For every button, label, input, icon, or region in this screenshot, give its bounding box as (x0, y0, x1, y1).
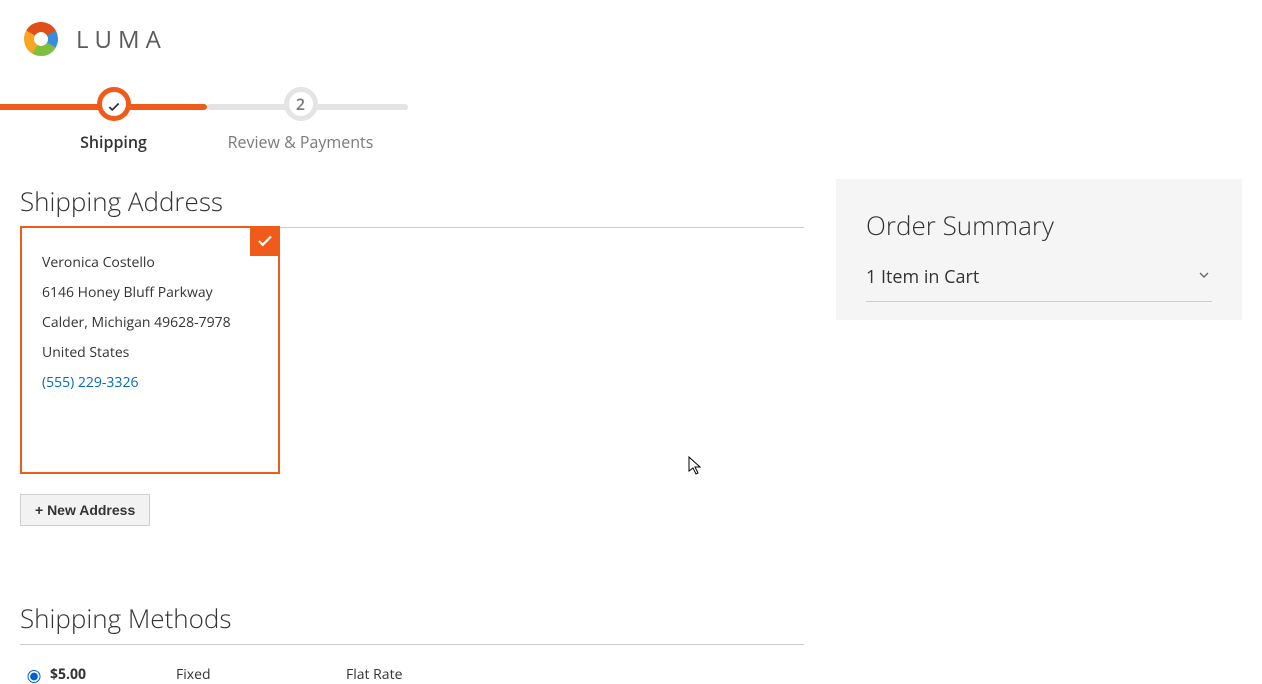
address-street: 6146 Honey Bluff Parkway (42, 278, 258, 308)
progress-step-review[interactable]: 2 Review & Payments (207, 82, 394, 153)
shipping-method-row[interactable]: $5.00 Fixed Flat Rate (20, 645, 804, 684)
brand-name: LUMA (76, 23, 167, 56)
shipping-method-radio[interactable] (25, 670, 43, 683)
chevron-down-icon (1196, 265, 1212, 289)
progress-step-number: 2 (284, 87, 318, 121)
checkout-progress: Shipping 2 Review & Payments (20, 82, 394, 153)
shipping-method-price: $5.00 (46, 665, 176, 684)
order-summary-panel: Order Summary 1 Item in Cart (836, 179, 1242, 320)
brand-logo[interactable]: LUMA (20, 18, 1242, 60)
address-phone-link[interactable]: (555) 229-3326 (42, 368, 258, 398)
progress-step-icon (97, 87, 131, 121)
progress-step-shipping[interactable]: Shipping (20, 82, 207, 153)
selected-check-icon (250, 226, 280, 256)
brand-mark-icon (20, 18, 62, 60)
progress-step-label: Shipping (20, 131, 207, 153)
shipping-method-name: Fixed (176, 665, 346, 684)
address-country: United States (42, 338, 258, 368)
cart-items-count: 1 Item in Cart (866, 265, 979, 289)
shipping-address-title: Shipping Address (20, 183, 804, 219)
address-name: Veronica Costello (42, 248, 258, 278)
selected-address-card[interactable]: Veronica Costello 6146 Honey Bluff Parkw… (20, 226, 280, 474)
shipping-method-carrier: Flat Rate (346, 665, 804, 684)
new-address-button[interactable]: + New Address (20, 494, 150, 526)
cart-items-toggle[interactable]: 1 Item in Cart (866, 257, 1212, 302)
order-summary-title: Order Summary (866, 207, 1212, 243)
progress-step-label: Review & Payments (207, 131, 394, 153)
shipping-methods-title: Shipping Methods (20, 600, 804, 636)
address-city: Calder, Michigan 49628-7978 (42, 308, 258, 338)
